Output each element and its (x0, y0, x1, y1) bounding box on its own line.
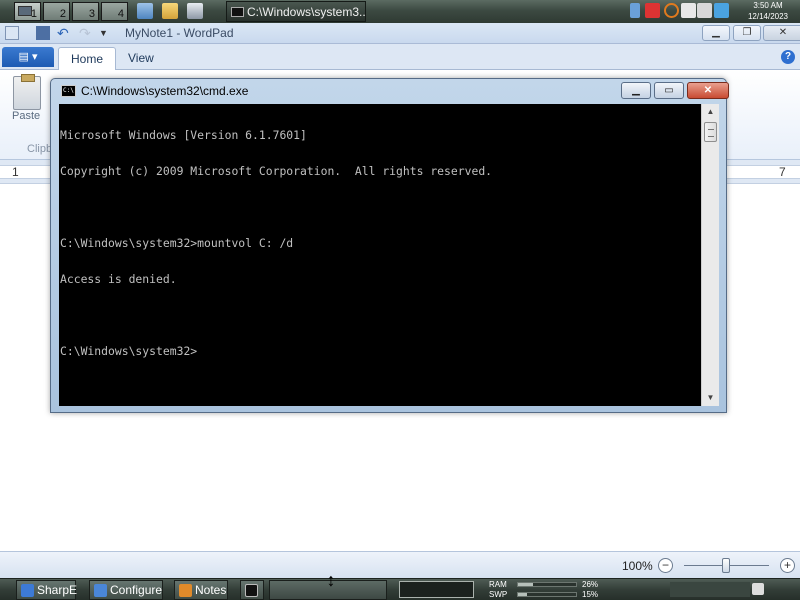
tab-home[interactable]: Home (58, 47, 117, 71)
paste-button-label[interactable]: Paste (12, 110, 40, 122)
virtual-desktop-2[interactable]: 2 (43, 2, 70, 21)
taskbar-button-label: Configure (110, 583, 163, 597)
folder-icon[interactable] (162, 3, 178, 19)
zoom-level: 100% (622, 559, 653, 573)
console-line: ​ (60, 309, 700, 321)
console-output[interactable]: Microsoft Windows [Version 6.1.7601] Cop… (59, 104, 719, 406)
virtual-desktop-label: 2 (59, 8, 66, 20)
console-line: Access is denied. (60, 272, 177, 286)
sharpe-icon (21, 584, 34, 597)
virtual-desktop-3[interactable]: 3 (72, 2, 99, 21)
customize-toolbar-icon[interactable]: ▼ (99, 26, 113, 40)
window-switch-icon[interactable] (187, 3, 203, 19)
zoom-in-button[interactable]: + (780, 558, 795, 573)
configure-icon (94, 584, 107, 597)
ribbon-tabs: ▤ ▾ Home View ? (0, 44, 800, 71)
tray-area (670, 582, 750, 597)
cmd-window[interactable]: C:\ C:\Windows\system32\cmd.exe ▁ ▭ ✕ Mi… (50, 78, 729, 413)
cpu-graph (399, 581, 474, 598)
console-line: Microsoft Windows [Version 6.1.7601] (60, 128, 307, 142)
ruler-number: 1 (12, 165, 19, 179)
scroll-up-arrow[interactable]: ▲ (702, 104, 719, 120)
notes-icon (179, 584, 192, 597)
scrollbar-thumb[interactable] (704, 122, 717, 142)
swap-meter-fill (518, 593, 527, 596)
application-menu-button[interactable]: ▤ ▾ (2, 47, 54, 67)
taskbar-button-label: Notes (195, 583, 227, 597)
swap-meter-value: 15% (582, 590, 599, 599)
close-button[interactable]: ✕ (763, 25, 800, 41)
cmd-maximize-button[interactable]: ▭ (654, 82, 684, 99)
cmd-close-button[interactable]: ✕ (687, 82, 729, 99)
clipboard-group-label: Clipb (27, 143, 53, 155)
paste-icon[interactable] (13, 74, 41, 110)
redo-icon[interactable]: ↷ (79, 26, 93, 40)
swap-meter-label: SWP (489, 590, 508, 599)
console-prompt: C:\Windows\system32> (60, 344, 198, 358)
virtual-desktop-4[interactable]: 4 (101, 2, 128, 21)
taskbar-button-configure[interactable]: Configure (89, 580, 163, 600)
ram-meter-fill (518, 583, 534, 586)
taskbar-button-sharpe[interactable]: SharpE (16, 580, 78, 600)
console-text: Microsoft Windows [Version 6.1.7601] Cop… (60, 105, 700, 405)
ram-meter-bar (517, 582, 577, 587)
cmd-icon (231, 7, 244, 17)
security-alert-icon[interactable] (645, 3, 660, 18)
clock[interactable]: 3:50 AM 12/14/2023 (740, 0, 796, 23)
notepad-icon[interactable] (137, 3, 153, 19)
ram-meter-label: RAM (489, 580, 507, 589)
virtual-desktop-1[interactable]: 1 (14, 2, 41, 21)
minimize-button[interactable]: ▁ (702, 25, 730, 41)
swap-meter-bar (517, 592, 577, 597)
ruler-number: 7 (779, 165, 786, 179)
clock-time: 3:50 AM (753, 1, 783, 10)
zoom-slider-thumb[interactable] (722, 558, 730, 573)
taskbar-button-label: C:\Windows\system3... (247, 5, 366, 19)
taskbar-button-label: SharpE (37, 583, 78, 597)
search-icon[interactable] (664, 3, 679, 18)
virtual-desktop-label: 4 (117, 8, 124, 20)
console-scrollbar[interactable]: ▲ ▼ (701, 104, 719, 406)
tab-view[interactable]: View (116, 47, 166, 71)
console-icon (245, 584, 258, 597)
virtual-desktop-label: 3 (88, 8, 95, 20)
undo-icon[interactable]: ↶ (57, 26, 71, 40)
status-bar: 100% − + (0, 551, 800, 578)
cmd-titlebar[interactable]: C:\ C:\Windows\system32\cmd.exe ▁ ▭ ✕ (51, 79, 729, 103)
console-line: C:\Windows\system32>mountvol C: /d (60, 236, 294, 250)
sync-icon[interactable] (714, 3, 729, 18)
clock-date: 12/14/2023 (747, 12, 789, 21)
taskbar-button-notes[interactable]: Notes (174, 580, 228, 600)
taskbar-button-cmd[interactable]: C:\Windows\system3... (226, 1, 366, 22)
bottom-taskbar: SharpE Configure Notes RAM 26% SWP 15% (0, 578, 800, 600)
tab-label: Home (71, 52, 104, 66)
tab-label: View (128, 51, 154, 65)
scroll-down-arrow[interactable]: ▼ (702, 390, 719, 406)
network-icon[interactable] (681, 3, 696, 18)
save-icon[interactable] (36, 26, 50, 40)
console-line: ​ (60, 201, 700, 213)
cmd-minimize-button[interactable]: ▁ (621, 82, 651, 99)
maximize-button[interactable]: ❐ (733, 25, 761, 41)
tray-arrow-icon[interactable] (630, 3, 640, 18)
wordpad-app-icon[interactable] (5, 26, 19, 40)
wordpad-titlebar: ↶ ↷ ▼ MyNote1 - WordPad ▁ ❐ ✕ (0, 23, 800, 44)
cmd-window-title: C:\Windows\system32\cmd.exe (81, 84, 249, 98)
taskbar-button-console[interactable] (240, 580, 264, 600)
console-icon: C:\ (61, 85, 76, 97)
console-line: Copyright (c) 2009 Microsoft Corporation… (60, 164, 493, 178)
help-icon[interactable]: ? (781, 50, 795, 64)
window-title: MyNote1 - WordPad (125, 26, 234, 40)
volume-muted-icon[interactable] (697, 3, 712, 18)
resize-cursor-icon: ↕ (326, 570, 336, 590)
top-taskbar: 1 2 3 4 C:\Windows\system3... 3:50 AM 12… (0, 0, 800, 23)
zoom-out-button[interactable]: − (658, 558, 673, 573)
speaker-icon[interactable] (752, 583, 764, 595)
ram-meter-value: 26% (582, 580, 599, 589)
